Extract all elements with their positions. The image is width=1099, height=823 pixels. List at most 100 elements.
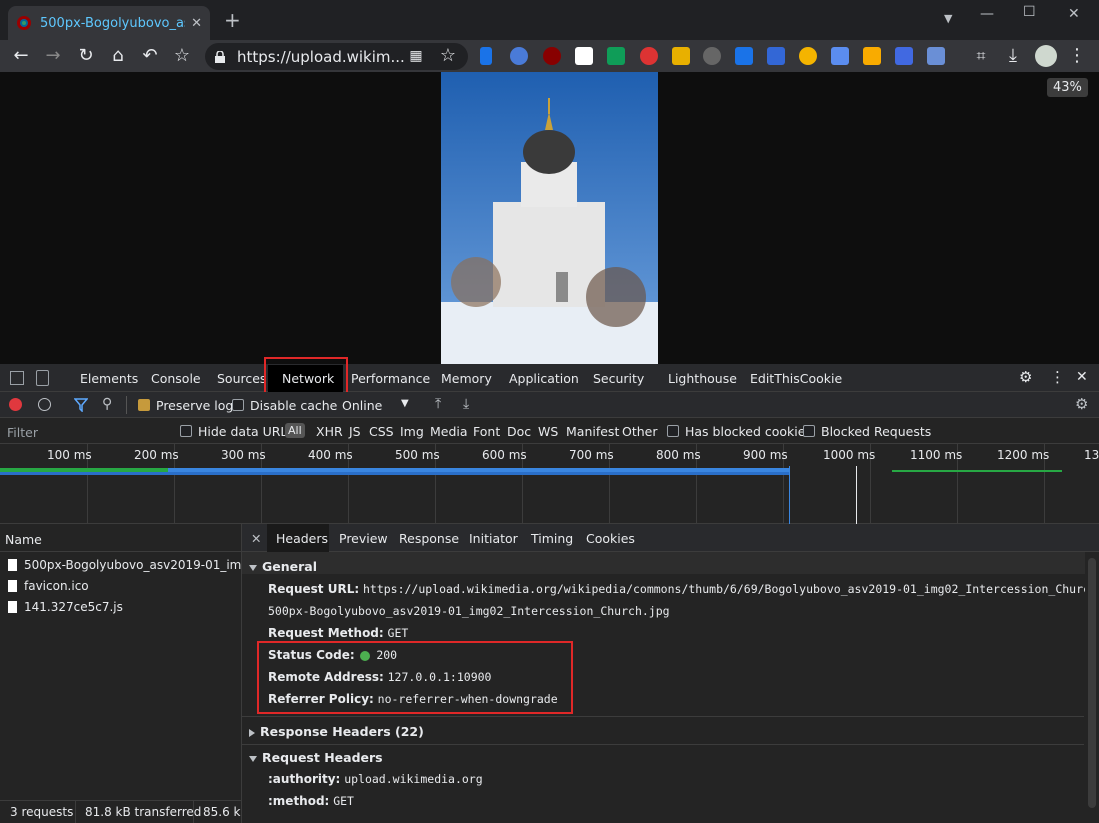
minimize-icon[interactable]: — [980,6,994,22]
export-har-icon[interactable]: ⤓ [463,396,469,412]
ublock-ext-icon[interactable] [543,47,561,65]
back-icon[interactable]: ← [10,45,32,67]
tab-application[interactable]: Application [509,371,579,386]
reload-icon[interactable]: ↻ [75,45,97,67]
tab-memory[interactable]: Memory [441,371,492,386]
has-blocked-cookies-checkbox[interactable] [667,425,679,437]
record-icon[interactable] [9,398,22,411]
tab-console[interactable]: Console [151,371,201,386]
filter-type-other[interactable]: Other [622,424,658,439]
tab-cookies[interactable]: Cookies [586,531,635,546]
timeline-tick: 1100 ms [910,448,963,462]
has-blocked-cookies-label: Has blocked cookies [685,424,812,439]
tab-search-icon[interactable]: ▼ [944,12,952,25]
timeline-tick: 1000 ms [823,448,876,462]
proxy-ext-icon[interactable] [510,47,528,65]
bookmark-page-star-icon[interactable]: ☆ [437,45,459,67]
blocked-requests-checkbox[interactable] [803,425,815,437]
bookmark-star-icon[interactable]: ☆ [171,45,193,67]
timeline-overview[interactable]: 100 ms 200 ms 300 ms 400 ms 500 ms 600 m… [0,444,1099,524]
list-item[interactable]: 141.327ce5c7.js [0,596,241,617]
s-ext-icon[interactable] [607,47,625,65]
browser-tab[interactable]: 500px-Bogolyubovo_asv2019-01_img02_Inter… [8,6,210,40]
name-column-header[interactable]: Name [0,524,241,552]
device-toolbar-icon[interactable] [36,370,49,386]
forward-icon[interactable]: → [42,45,64,67]
filter-input[interactable]: Filter [7,425,38,440]
import-har-icon[interactable]: ⤒ [435,396,441,412]
tab-lighthouse[interactable]: Lighthouse [668,371,737,386]
puzzle-ext-icon[interactable] [895,47,913,65]
filter-type-ws[interactable]: WS [538,424,558,439]
filter-type-all[interactable]: All [285,423,305,438]
hide-data-urls-checkbox[interactable] [180,425,192,437]
home-icon[interactable]: ⌂ [107,45,129,67]
download-icon[interactable]: ⤓ [1002,45,1024,67]
clear-icon[interactable] [38,398,51,411]
chevron-down-icon[interactable]: ▼ [401,398,409,409]
general-section-toggle[interactable]: General [249,559,317,574]
tab-performance[interactable]: Performance [351,371,430,386]
chat-ext-icon[interactable] [735,47,753,65]
zoom-indicator: 43% [1047,78,1088,97]
tab-initiator[interactable]: Initiator [469,531,518,546]
page-viewport [0,72,1099,364]
filter-type-media[interactable]: Media [430,424,468,439]
request-url-row-2: 500px-Bogolyubovo_asv2019-01_img02_Inter… [268,604,670,618]
tab-security[interactable]: Security [593,371,644,386]
disable-cache-checkbox[interactable] [232,399,244,411]
ghost-ext-icon[interactable] [575,47,593,65]
new-tab-icon[interactable]: + [224,8,241,32]
request-headers-toggle[interactable]: Request Headers [249,750,383,765]
colorful-ext-icon[interactable] [799,47,817,65]
inspect-element-icon[interactable] [10,371,24,385]
network-settings-gear-icon[interactable]: ⚙ [1075,395,1088,413]
z-ext-icon[interactable] [767,47,785,65]
more-options-icon[interactable]: ⋮ [1050,368,1065,386]
tab-response[interactable]: Response [399,531,459,546]
grid-ext-icon[interactable] [927,47,945,65]
details-scrollbar[interactable] [1085,552,1099,823]
tab-elements[interactable]: Elements [80,371,138,386]
filter-type-xhr[interactable]: XHR [316,424,343,439]
search-icon[interactable]: ⚲ [102,396,112,412]
tab-sources[interactable]: Sources [217,371,266,386]
tab-editthiscookie[interactable]: EditThisCookie [750,371,842,386]
filter-type-img[interactable]: Img [400,424,424,439]
tab-timing[interactable]: Timing [531,531,573,546]
santa-ext-icon[interactable] [640,47,658,65]
star-ext-icon[interactable] [863,47,881,65]
filter-type-manifest[interactable]: Manifest [566,424,619,439]
scrollbar-thumb[interactable] [1088,558,1096,808]
bookmark-ext-icon[interactable] [480,47,492,65]
filter-type-js[interactable]: JS [349,424,361,439]
menu-icon[interactable]: ⋮ [1066,45,1088,67]
toolbar-divider [126,396,127,414]
throttle-select[interactable]: Online [342,398,382,413]
gear-ext-icon[interactable] [703,47,721,65]
request-method-label: Request Method: [268,626,384,640]
address-bar[interactable]: https://upload.wikim... [205,43,468,70]
crop-icon[interactable]: ⌗ [970,45,992,67]
filter-icon[interactable] [74,398,88,412]
avatar[interactable] [1035,45,1057,67]
close-devtools-icon[interactable]: ✕ [1076,369,1088,385]
preserve-log-checkbox[interactable] [138,399,150,411]
filter-type-font[interactable]: Font [473,424,500,439]
maximize-icon[interactable]: ☐ [1023,4,1036,20]
filter-type-css[interactable]: CSS [369,424,394,439]
list-item[interactable]: favicon.ico [0,575,241,596]
close-tab-icon[interactable]: ✕ [191,16,202,31]
close-details-icon[interactable]: ✕ [251,531,261,546]
cube-ext-icon[interactable] [831,47,849,65]
settings-gear-icon[interactable]: ⚙ [1019,368,1032,386]
list-item[interactable]: 500px-Bogolyubovo_asv2019-01_img02_Inter… [0,554,241,575]
filter-type-doc[interactable]: Doc [507,424,531,439]
pikachu-ext-icon[interactable] [672,47,690,65]
tab-headers[interactable]: Headers [276,531,328,546]
close-window-icon[interactable]: ✕ [1068,6,1080,22]
undo-icon[interactable]: ↶ [139,45,161,67]
tab-preview[interactable]: Preview [339,531,388,546]
qr-code-icon[interactable]: ▦ [405,45,427,67]
response-headers-toggle[interactable]: Response Headers (22) [249,724,424,739]
